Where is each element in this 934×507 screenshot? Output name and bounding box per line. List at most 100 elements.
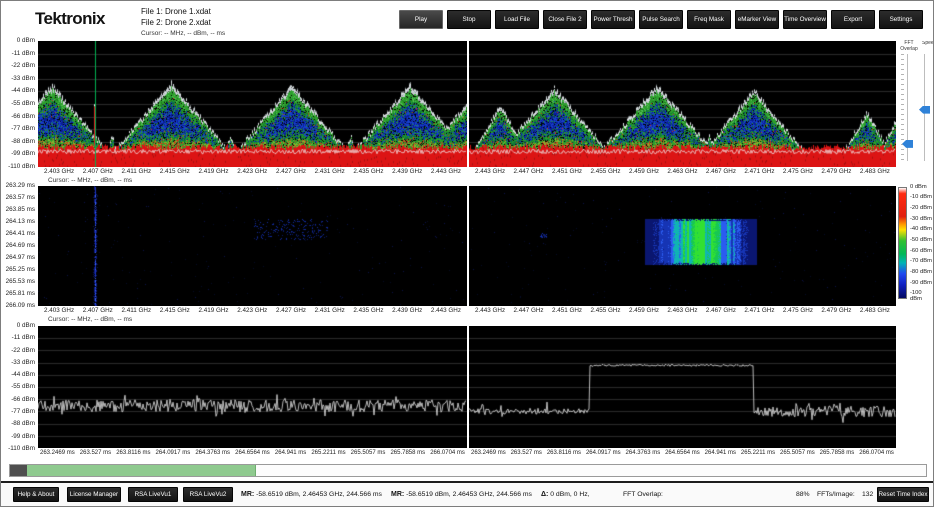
freq-tick-label: 2.447 GHz	[513, 307, 543, 316]
toolbar: PlayStopLoad FileClose File 2Power Thres…	[399, 10, 923, 29]
power-axis-labels-top: 0 dBm-11 dBm-22 dBm-33 dBm-44 dBm-55 dBm…	[1, 37, 35, 170]
power-vs-time-file1-plot[interactable]	[38, 326, 467, 448]
progress-fill[interactable]	[27, 465, 256, 476]
colorbar-tick-label: -100 dBm	[910, 290, 934, 302]
time-tick-label: 264.41 ms	[6, 230, 35, 237]
marker1-readout: MR: -58.6519 dBm, 2.46453 GHz, 244.566 m…	[241, 491, 382, 498]
ms-tick-label: 263.2469 ms	[471, 450, 506, 459]
freq-tick-label: 2.459 GHz	[629, 168, 659, 177]
colorbar-tick-label: -70 dBm	[910, 258, 934, 264]
ms-tick-label: 264.941 ms	[275, 450, 306, 459]
app-window: Tektronix File 1: Drone 1.xdat File 2: D…	[0, 0, 934, 507]
freq-tick-label: 2.475 GHz	[783, 168, 813, 177]
power-tick-label: -88 dBm	[11, 138, 35, 145]
ms-tick-label: 263.8116 ms	[547, 450, 581, 459]
freq-tick-label: 2.443 GHz	[475, 307, 505, 316]
freq-tick-label: 2.411 GHz	[121, 307, 151, 316]
marker2-readout: MR: -58.6519 dBm, 2.46453 GHz, 244.566 m…	[391, 491, 532, 498]
spectrogram-file2-plot[interactable]	[469, 186, 896, 306]
ms-tick-label: 264.0917 ms	[586, 450, 621, 459]
help-about-button[interactable]: Help & About	[13, 487, 59, 502]
ms-tick-label: 265.2211 ms	[311, 450, 345, 459]
fft-overlap-slider-label: FFT Overlap	[898, 41, 920, 52]
file-info: File 1: Drone 1.xdat File 2: Drone 2.xda…	[141, 7, 211, 28]
reset-time-index-button[interactable]: Reset Time Index	[877, 487, 929, 502]
power-tick-label: -110 dBm	[8, 163, 35, 170]
toolbar-button[interactable]: Close File 2	[543, 10, 587, 29]
freq-tick-label: 2.471 GHz	[744, 307, 774, 316]
colorbar-labels: 0 dBm-10 dBm-20 dBm-30 dBm-40 dBm-50 dBm…	[910, 184, 934, 303]
toolbar-button[interactable]: Pulse Search	[639, 10, 683, 29]
ms-tick-label: 263.2469 ms	[40, 450, 75, 459]
freq-tick-label: 2.423 GHz	[237, 307, 267, 316]
colorbar-tick-label: -50 dBm	[910, 237, 934, 243]
tektronix-logo: Tektronix	[35, 9, 105, 29]
freq-axis-file1: 2.403 GHz2.407 GHz2.411 GHz2.415 GHz2.41…	[38, 168, 467, 177]
ms-tick-label: 265.5057 ms	[351, 450, 386, 459]
file1-label: File 1: Drone 1.xdat	[141, 7, 211, 18]
colorbar-tick-label: -90 dBm	[910, 280, 934, 286]
power-tick-label: -55 dBm	[11, 100, 35, 107]
ms-tick-label: 263.527 ms	[511, 450, 542, 459]
freq-tick-label: 2.419 GHz	[198, 307, 228, 316]
toolbar-button[interactable]: Load File	[495, 10, 539, 29]
power-tick-label: -44 dBm	[11, 87, 35, 94]
speed-slider-thumb[interactable]	[919, 106, 930, 114]
spectrum-file2-plot[interactable]	[469, 41, 896, 167]
power-tick-label: -77 dBm	[11, 125, 35, 132]
freq-tick-label: 2.403 GHz	[44, 168, 74, 177]
toolbar-button[interactable]: Export	[831, 10, 875, 29]
ms-tick-label: 264.3763 ms	[626, 450, 661, 459]
toolbar-button[interactable]: Stop	[447, 10, 491, 29]
time-tick-label: 265.25 ms	[6, 266, 35, 273]
freq-axis-spectrogram-file1: 2.403 GHz2.407 GHz2.411 GHz2.415 GHz2.41…	[38, 307, 467, 316]
toolbar-button[interactable]: eMarker View	[735, 10, 779, 29]
power-tick-label: -110 dBm	[8, 445, 35, 452]
toolbar-button[interactable]: Settings	[879, 10, 923, 29]
power-vs-time-file2-plot[interactable]	[469, 326, 896, 448]
power-tick-label: -55 dBm	[11, 383, 35, 390]
freq-axis-spectrogram-file2: 2.443 GHz2.447 GHz2.451 GHz2.455 GHz2.45…	[469, 307, 896, 316]
freq-tick-label: 2.423 GHz	[237, 168, 267, 177]
freq-tick-label: 2.451 GHz	[552, 168, 582, 177]
rsa-livevu2-button[interactable]: RSA LiveVu2	[183, 487, 233, 502]
cursor-readout-spectrum: Cursor: -- MHz, -- dBm, -- ms	[141, 30, 225, 37]
ms-tick-label: 263.527 ms	[80, 450, 111, 459]
freq-tick-label: 2.455 GHz	[590, 307, 620, 316]
freq-tick-label: 2.443 GHz	[431, 307, 461, 316]
colorbar-tick-label: -40 dBm	[910, 226, 934, 232]
ms-tick-label: 265.7858 ms	[390, 450, 425, 459]
power-tick-label: -44 dBm	[11, 371, 35, 378]
time-index-scrollbar[interactable]	[9, 464, 927, 477]
toolbar-button[interactable]: Power Thresh	[591, 10, 635, 29]
freq-tick-label: 2.483 GHz	[860, 168, 890, 177]
time-tick-label: 263.85 ms	[6, 206, 35, 213]
freq-tick-label: 2.411 GHz	[121, 168, 151, 177]
rsa-livevu1-button[interactable]: RSA LiveVu1	[128, 487, 178, 502]
ms-tick-label: 263.8116 ms	[116, 450, 150, 459]
speed-slider[interactable]	[917, 54, 932, 161]
ms-tick-label: 264.0917 ms	[156, 450, 191, 459]
file2-label: File 2: Drone 2.xdat	[141, 18, 211, 29]
ffts-per-image-value: 132	[862, 491, 873, 498]
ms-tick-label: 264.3763 ms	[195, 450, 230, 459]
freq-tick-label: 2.455 GHz	[590, 168, 620, 177]
fft-overlap-slider[interactable]	[900, 54, 915, 161]
freq-tick-label: 2.427 GHz	[276, 168, 306, 177]
time-axis-labels: 263.29 ms263.57 ms263.85 ms264.13 ms264.…	[1, 182, 35, 309]
ms-tick-label: 264.941 ms	[705, 450, 736, 459]
license-manager-button[interactable]: License Manager	[67, 487, 121, 502]
spectrum-file1-plot[interactable]	[38, 41, 467, 167]
toolbar-button[interactable]: Time Overview	[783, 10, 827, 29]
time-tick-label: 265.81 ms	[6, 290, 35, 297]
toolbar-button[interactable]: Freq Mask	[687, 10, 731, 29]
freq-tick-label: 2.463 GHz	[667, 307, 697, 316]
colorbar-tick-label: -80 dBm	[910, 269, 934, 275]
freq-tick-label: 2.443 GHz	[475, 168, 505, 177]
spectrogram-file1-plot[interactable]	[38, 186, 467, 306]
power-tick-label: -11 dBm	[12, 50, 35, 57]
toolbar-button[interactable]: Play	[399, 10, 443, 29]
colorbar-tick-label: -20 dBm	[910, 205, 934, 211]
power-tick-label: 0 dBm	[17, 322, 35, 329]
power-axis-labels-bottom: 0 dBm-11 dBm-22 dBm-33 dBm-44 dBm-55 dBm…	[1, 322, 35, 452]
